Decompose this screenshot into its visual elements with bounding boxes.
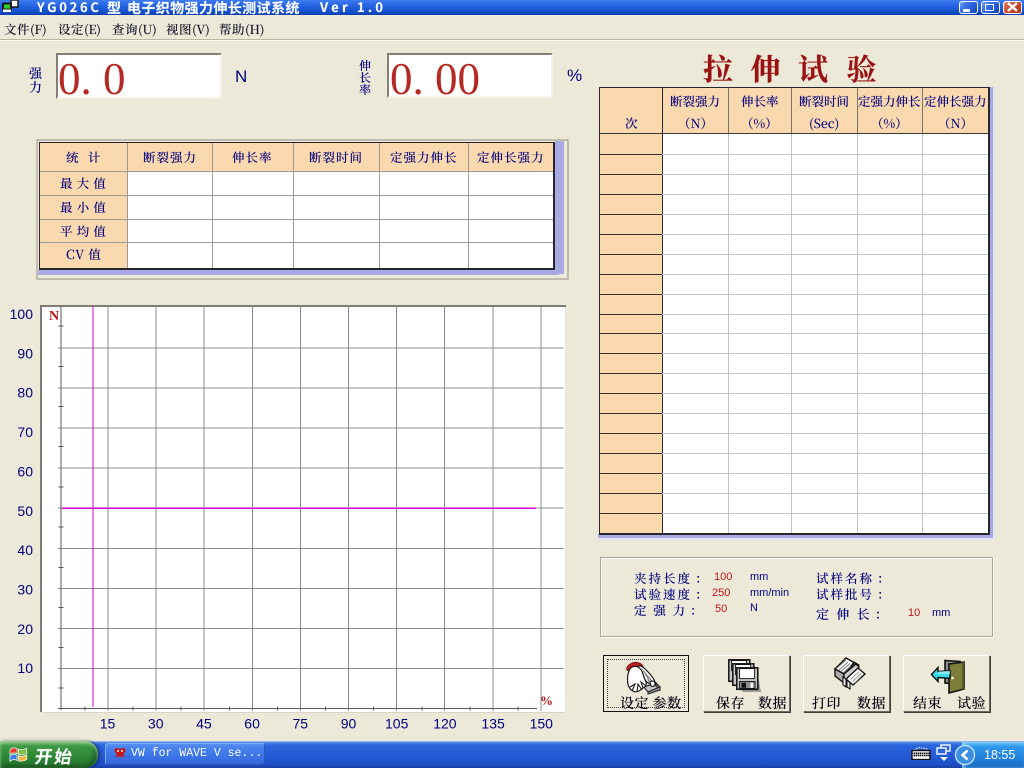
svg-text:40: 40 xyxy=(17,542,33,558)
svg-text:100: 100 xyxy=(10,306,34,322)
svg-text:75: 75 xyxy=(293,716,309,732)
svg-text:105: 105 xyxy=(385,716,409,732)
svg-text:120: 120 xyxy=(433,716,457,732)
svg-text:50: 50 xyxy=(17,503,33,519)
svg-text:30: 30 xyxy=(17,581,33,597)
svg-text:30: 30 xyxy=(148,716,164,732)
svg-text:45: 45 xyxy=(196,716,212,732)
svg-text:15: 15 xyxy=(100,716,116,732)
svg-text:70: 70 xyxy=(17,424,33,440)
svg-text:90: 90 xyxy=(17,345,33,361)
svg-text:%: % xyxy=(540,693,553,708)
svg-text:60: 60 xyxy=(244,716,260,732)
svg-text:60: 60 xyxy=(17,463,33,479)
svg-text:90: 90 xyxy=(341,716,357,732)
svg-text:20: 20 xyxy=(17,621,33,637)
svg-text:80: 80 xyxy=(17,385,33,401)
svg-text:150: 150 xyxy=(530,716,554,732)
svg-text:10: 10 xyxy=(17,660,33,676)
svg-text:N: N xyxy=(49,309,59,324)
svg-text:135: 135 xyxy=(481,716,505,732)
